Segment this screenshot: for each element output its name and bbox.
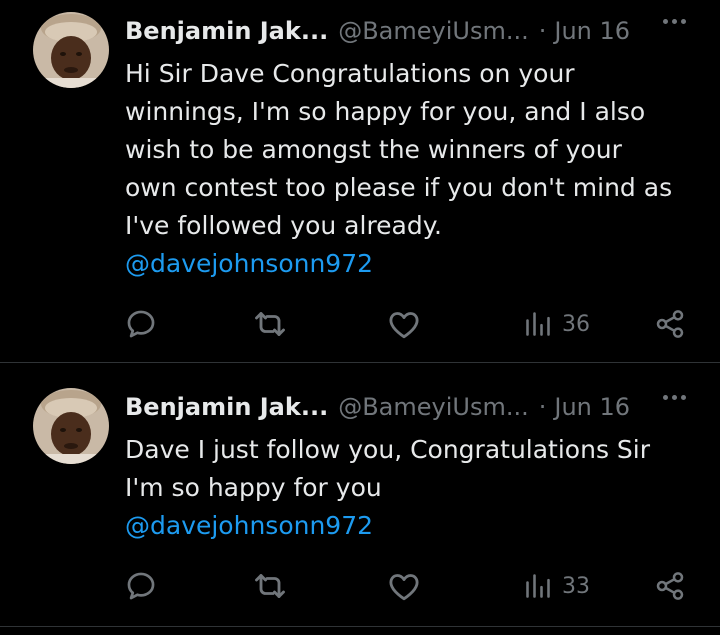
more-icon[interactable] [663,19,686,24]
share-icon [656,572,684,600]
tweet-text: Dave I just follow you, Congratulations … [125,431,690,545]
divider [0,626,720,627]
retweet-button[interactable] [252,566,288,606]
like-icon [389,574,419,601]
avatar[interactable] [33,12,109,88]
author-handle[interactable]: @BameyiUsm... [338,17,529,45]
avatar[interactable] [33,388,109,464]
views-button[interactable]: 36 [524,304,590,344]
retweet-icon [255,312,285,336]
reply-button[interactable] [124,566,158,606]
separator-dot: · [538,17,547,45]
tweet-header: Benjamin Jak... @BameyiUsm... · Jun 16 [125,13,690,49]
separator-dot: · [538,393,547,421]
reply-button[interactable] [124,304,158,344]
author-name[interactable]: Benjamin Jak... [125,393,328,421]
share-button[interactable] [654,304,686,344]
tweet[interactable]: Benjamin Jak... @BameyiUsm... · Jun 16 D… [0,363,720,627]
share-button[interactable] [654,566,686,606]
tweet-text-line: Hi Sir Dave Congratulations on your [125,59,575,88]
views-button[interactable]: 33 [524,566,590,606]
author-name[interactable]: Benjamin Jak... [125,17,328,45]
views-icon [526,574,550,598]
retweet-icon [255,574,285,598]
tweet-text-line: I've followed you already. [125,211,442,240]
tweet-actions: 33 [0,566,720,606]
tweet-text-line: wish to be amongst the winners of your [125,135,622,164]
tweet-text: Hi Sir Dave Congratulations on your winn… [125,55,690,283]
like-button[interactable] [386,566,422,606]
mention-link[interactable]: @davejohnsonn972 [125,507,690,545]
like-button[interactable] [386,304,422,344]
mention-link[interactable]: @davejohnsonn972 [125,245,690,283]
more-icon[interactable] [663,395,686,400]
share-icon [656,310,684,338]
tweet-actions: 36 [0,304,720,344]
like-icon [389,312,419,339]
views-count: 33 [562,573,590,599]
retweet-button[interactable] [252,304,288,344]
reply-icon [127,572,155,600]
tweet-header: Benjamin Jak... @BameyiUsm... · Jun 16 [125,389,690,425]
tweet-text-line: winnings, I'm so happy for you, and I al… [125,97,646,126]
views-icon [526,312,550,336]
tweet-text-line: Dave I just follow you, Congratulations … [125,435,651,464]
tweet-text-line: own contest too please if you don't mind… [125,173,673,202]
tweet-text-line: I'm so happy for you [125,473,382,502]
views-count: 36 [562,311,590,337]
tweet-date[interactable]: Jun 16 [554,17,630,45]
reply-icon [127,310,155,338]
tweet[interactable]: Benjamin Jak... @BameyiUsm... · Jun 16 H… [0,0,720,363]
tweet-date[interactable]: Jun 16 [554,393,630,421]
author-handle[interactable]: @BameyiUsm... [338,393,529,421]
